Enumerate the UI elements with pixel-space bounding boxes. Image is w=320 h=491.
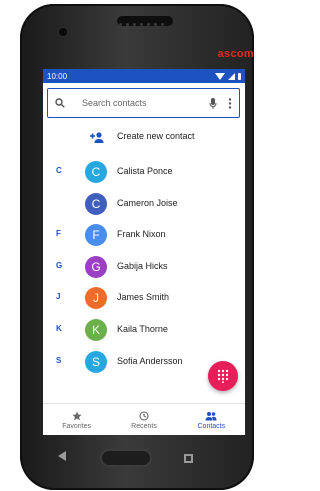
more-options-icon[interactable] xyxy=(221,88,239,118)
dialpad-icon xyxy=(217,369,229,383)
dialpad-fab-button[interactable] xyxy=(208,361,238,391)
contact-row[interactable]: K K Kaila Thorne xyxy=(43,315,245,347)
contact-avatar: S xyxy=(85,351,107,373)
contact-avatar: C xyxy=(85,161,107,183)
contact-row[interactable]: J J James Smith xyxy=(43,283,245,315)
contact-row[interactable]: F F Frank Nixon xyxy=(43,220,245,252)
battery-icon xyxy=(238,72,241,80)
brand-logo: ascom xyxy=(217,48,254,60)
back-icon[interactable] xyxy=(58,451,66,461)
contact-name: Calista Ponce xyxy=(117,166,173,176)
contact-avatar: J xyxy=(85,287,107,309)
clock-icon xyxy=(139,410,149,421)
add-person-icon xyxy=(90,132,104,143)
wifi-icon xyxy=(215,72,225,80)
home-button[interactable] xyxy=(100,449,152,467)
contact-avatar: F xyxy=(85,224,107,246)
contact-name: Kaila Thorne xyxy=(117,324,168,334)
section-letter: K xyxy=(56,324,62,333)
status-time: 10:00 xyxy=(47,71,68,81)
section-letter: F xyxy=(56,229,61,238)
contact-name: James Smith xyxy=(117,292,170,302)
search-input[interactable]: Search contacts xyxy=(72,98,205,108)
status-icons xyxy=(215,72,241,80)
system-navigation-bar xyxy=(0,444,234,472)
create-contact-button[interactable]: Create new contact xyxy=(43,127,245,149)
people-icon xyxy=(205,411,217,420)
search-icon[interactable] xyxy=(48,88,72,118)
tab-favorites[interactable]: Favorites xyxy=(43,404,110,435)
contact-row[interactable]: C Cameron Joise xyxy=(43,189,245,221)
tab-label: Recents xyxy=(131,422,157,430)
earpiece-speaker xyxy=(117,16,173,26)
contact-name: Sofia Andersson xyxy=(117,356,183,366)
contact-avatar: G xyxy=(85,256,107,278)
section-letter: G xyxy=(56,261,63,270)
bottom-navigation: Favorites Recents Contacts xyxy=(43,403,245,435)
contact-avatar: C xyxy=(85,193,107,215)
status-bar: 10:00 xyxy=(43,69,245,83)
contact-row[interactable]: G G Gabija Hicks xyxy=(43,252,245,284)
tab-label: Favorites xyxy=(62,422,92,430)
section-letter: S xyxy=(56,356,62,365)
mic-icon[interactable] xyxy=(205,88,221,118)
section-letter: C xyxy=(56,166,62,175)
phone-screen: 10:00 Search contacts Create new contact… xyxy=(43,69,245,435)
contact-name: Cameron Joise xyxy=(117,198,178,208)
section-letter: J xyxy=(56,292,61,301)
tab-label: Contacts xyxy=(197,422,226,430)
search-bar[interactable]: Search contacts xyxy=(47,88,240,118)
contact-name: Frank Nixon xyxy=(117,229,166,239)
contact-row[interactable]: C C Calista Ponce xyxy=(43,157,245,189)
contact-name: Gabija Hicks xyxy=(117,261,168,271)
tab-recents[interactable]: Recents xyxy=(110,404,177,435)
signal-icon xyxy=(228,72,235,80)
contact-avatar: K xyxy=(85,319,107,341)
front-camera xyxy=(59,28,67,36)
star-icon xyxy=(72,411,82,420)
create-contact-label: Create new contact xyxy=(117,131,195,141)
recent-apps-icon[interactable] xyxy=(184,454,193,463)
tab-contacts[interactable]: Contacts xyxy=(178,404,245,435)
